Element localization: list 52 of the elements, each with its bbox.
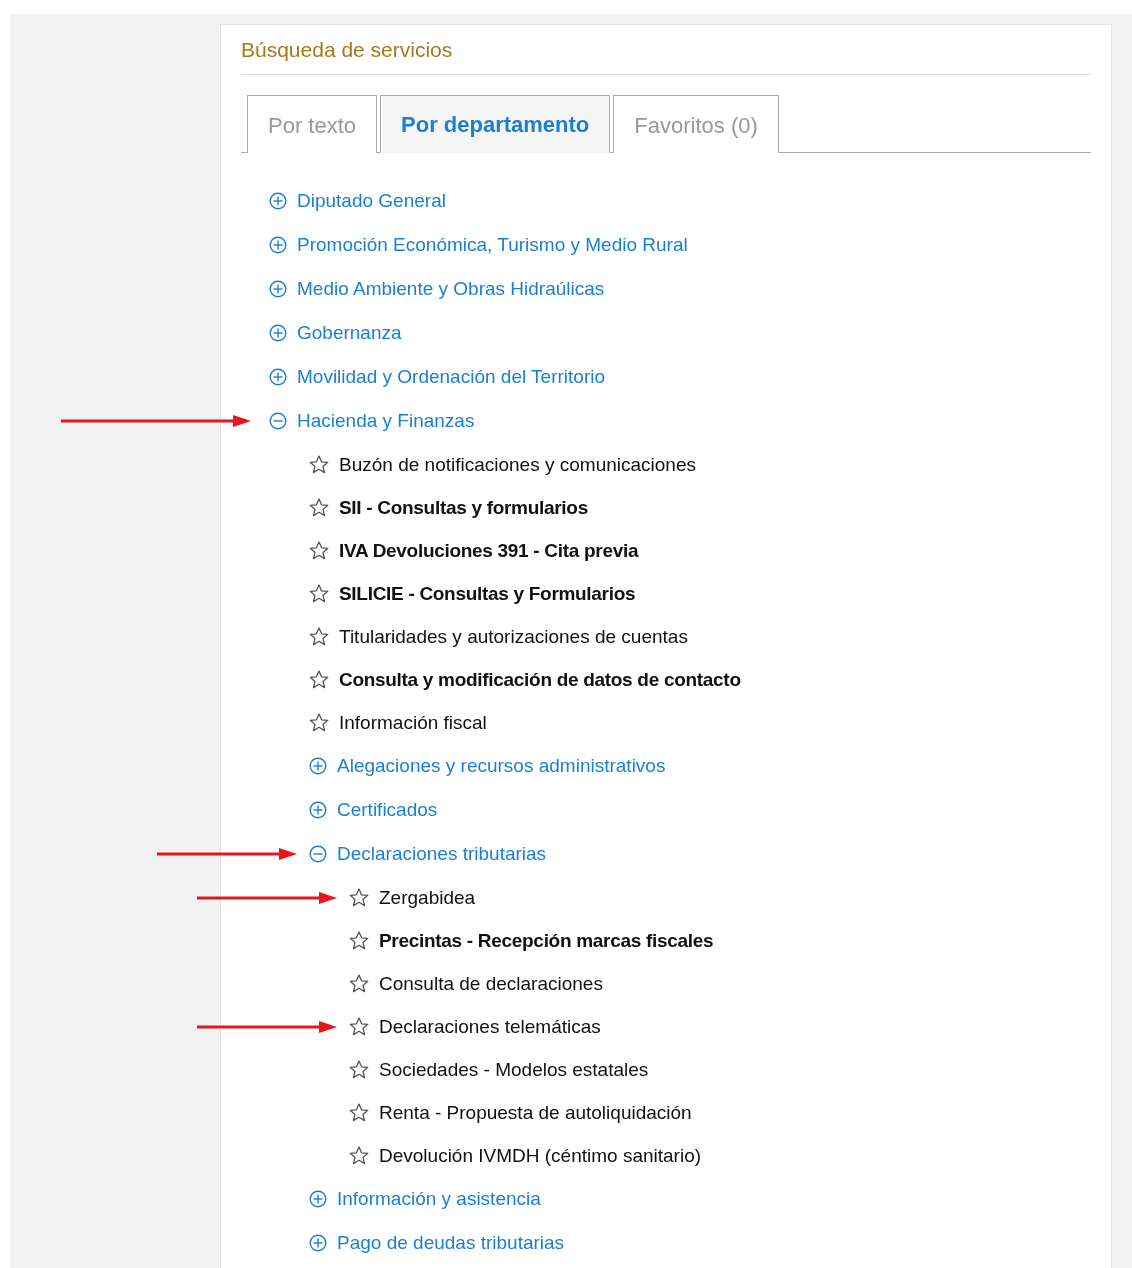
department-link[interactable]: Medio Ambiente y Obras Hidraúlicas (297, 278, 605, 300)
star-icon[interactable] (309, 670, 329, 689)
star-icon[interactable] (349, 1103, 369, 1122)
service-link[interactable]: Buzón de notificaciones y comunicaciones (339, 453, 696, 476)
expand-icon[interactable] (269, 324, 287, 342)
expand-icon[interactable] (309, 801, 327, 819)
star-icon[interactable] (309, 584, 329, 603)
service-link[interactable]: Consulta de declaraciones (379, 972, 603, 995)
service-link[interactable]: Declaraciones telemáticas (379, 1015, 601, 1038)
expand-icon[interactable] (309, 1190, 327, 1208)
star-icon[interactable] (349, 1060, 369, 1079)
service-link[interactable]: Renta - Propuesta de autoliquidación (379, 1101, 692, 1124)
tab[interactable]: Por departamento (380, 95, 611, 153)
service-link[interactable]: Información fiscal (339, 711, 487, 734)
star-icon[interactable] (309, 713, 329, 732)
department-link[interactable]: Declaraciones tributarias (337, 843, 547, 865)
service-link[interactable]: IVA Devoluciones 391 - Cita previa (339, 539, 639, 562)
star-icon[interactable] (349, 1017, 369, 1036)
department-link[interactable]: Pago de deudas tributarias (337, 1232, 565, 1254)
star-icon[interactable] (309, 627, 329, 646)
service-link[interactable]: SILICIE - Consultas y Formularios (339, 582, 636, 605)
expand-icon[interactable] (309, 757, 327, 775)
service-link[interactable]: Consulta y modificación de datos de contacto (339, 668, 741, 691)
department-link[interactable]: Certificados (337, 799, 438, 821)
expand-icon[interactable] (269, 280, 287, 298)
star-icon[interactable] (349, 931, 369, 950)
expand-icon[interactable] (309, 1234, 327, 1252)
service-link[interactable]: Precintas - Recepción marcas fiscales (379, 929, 714, 952)
service-link[interactable]: Sociedades - Modelos estatales (379, 1058, 649, 1081)
star-icon[interactable] (349, 1146, 369, 1165)
expand-icon[interactable] (269, 192, 287, 210)
collapse-icon[interactable] (269, 412, 287, 430)
collapse-icon[interactable] (309, 845, 327, 863)
expand-icon[interactable] (269, 236, 287, 254)
department-link[interactable]: Alegaciones y recursos administrativos (337, 755, 666, 777)
star-icon[interactable] (349, 974, 369, 993)
star-icon[interactable] (349, 888, 369, 907)
star-icon[interactable] (309, 455, 329, 474)
service-link[interactable]: Devolución IVMDH (céntimo sanitario) (379, 1144, 702, 1167)
panel-title: Búsqueda de servicios (241, 25, 1091, 75)
department-link[interactable]: Gobernanza (297, 322, 402, 344)
department-link[interactable]: Hacienda y Finanzas (297, 410, 475, 432)
department-link[interactable]: Movilidad y Ordenación del Territorio (297, 366, 606, 388)
service-link[interactable]: Zergabidea (379, 886, 476, 909)
expand-icon[interactable] (269, 368, 287, 386)
star-icon[interactable] (309, 498, 329, 517)
department-link[interactable]: Información y asistencia (337, 1188, 541, 1210)
star-icon[interactable] (309, 541, 329, 560)
service-link[interactable]: Titularidades y autorizaciones de cuentas (339, 625, 688, 648)
department-link[interactable]: Promoción Económica, Turismo y Medio Rural (297, 234, 688, 256)
department-link[interactable]: Diputado General (297, 190, 446, 212)
service-link[interactable]: SII - Consultas y formularios (339, 496, 588, 519)
